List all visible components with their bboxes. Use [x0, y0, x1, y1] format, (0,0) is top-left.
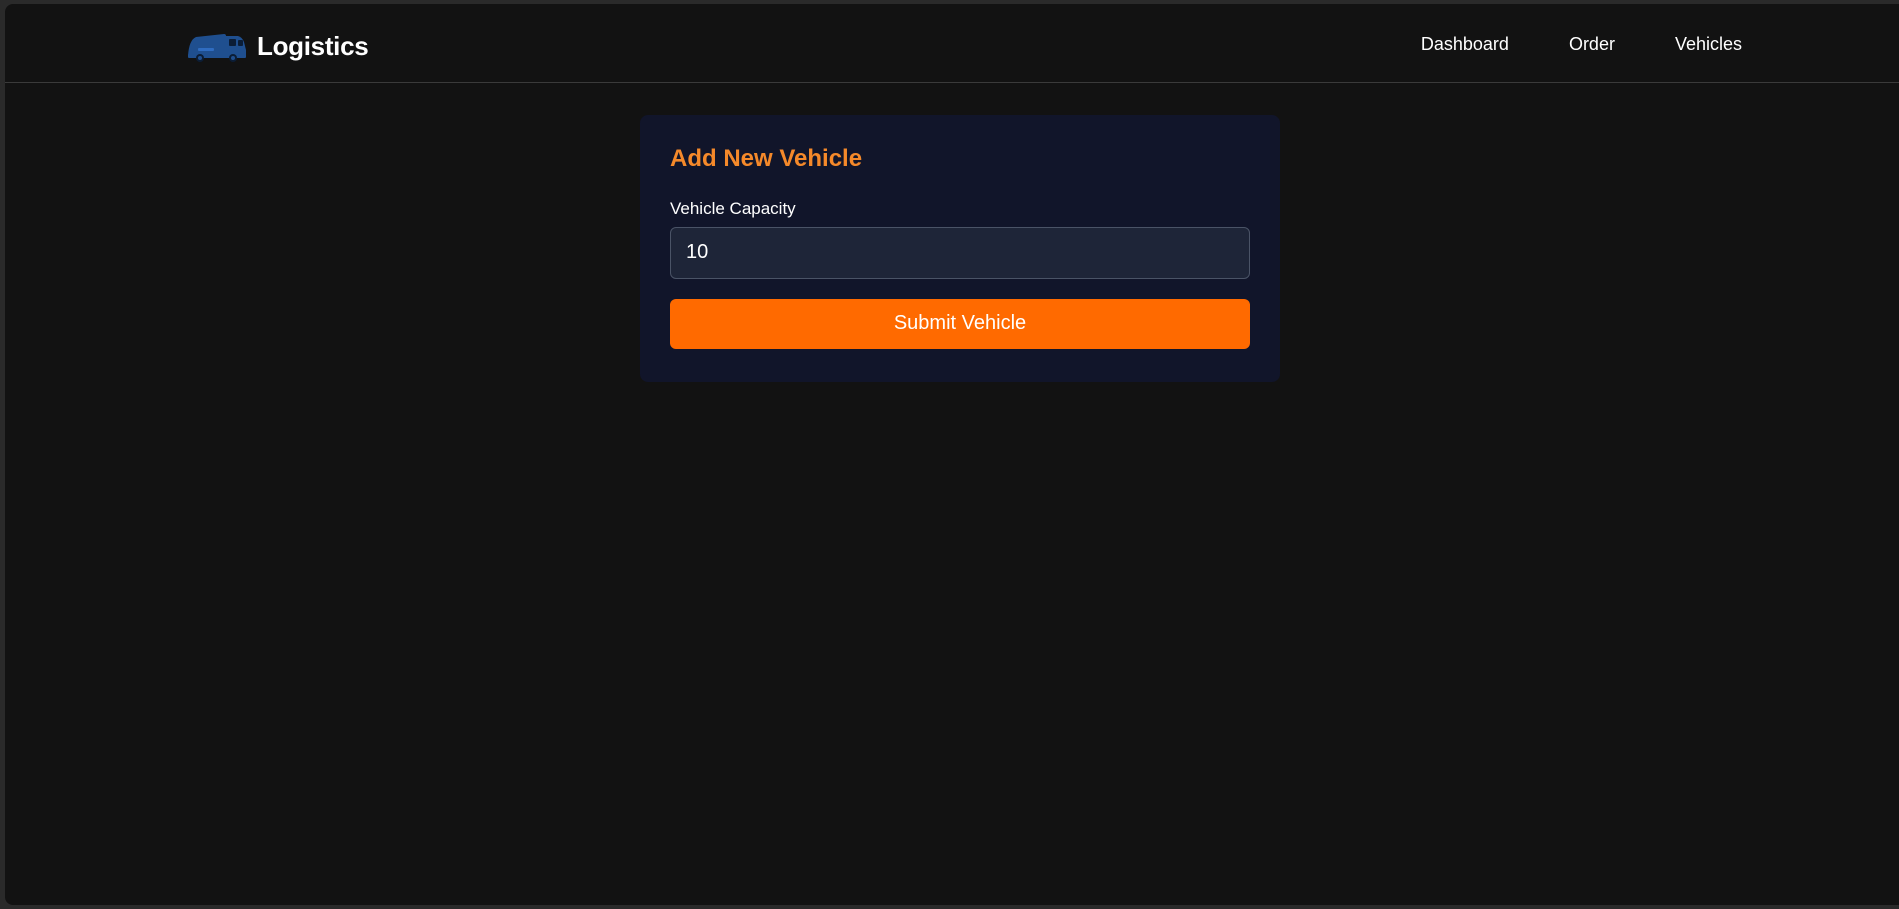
- vehicle-capacity-input[interactable]: [670, 226, 1250, 279]
- brand[interactable]: Logistics: [186, 26, 369, 66]
- navbar: Logistics Dashboard Order Vehicles: [5, 4, 1899, 83]
- add-vehicle-card: Add New Vehicle Vehicle Capacity Submit …: [640, 115, 1280, 382]
- nav-links: Dashboard Order Vehicles: [1421, 34, 1742, 55]
- brand-name: Logistics: [257, 30, 369, 61]
- truck-icon: [188, 34, 246, 62]
- nav-link-vehicles[interactable]: Vehicles: [1675, 34, 1742, 55]
- vehicle-capacity-label: Vehicle Capacity: [670, 198, 796, 218]
- nav-link-dashboard[interactable]: Dashboard: [1421, 34, 1509, 55]
- app-window: Logistics Dashboard Order Vehicles Add N…: [5, 4, 1899, 905]
- form-title: Add New Vehicle: [670, 145, 863, 172]
- submit-vehicle-button[interactable]: Submit Vehicle: [670, 298, 1250, 349]
- nav-link-order[interactable]: Order: [1569, 34, 1615, 55]
